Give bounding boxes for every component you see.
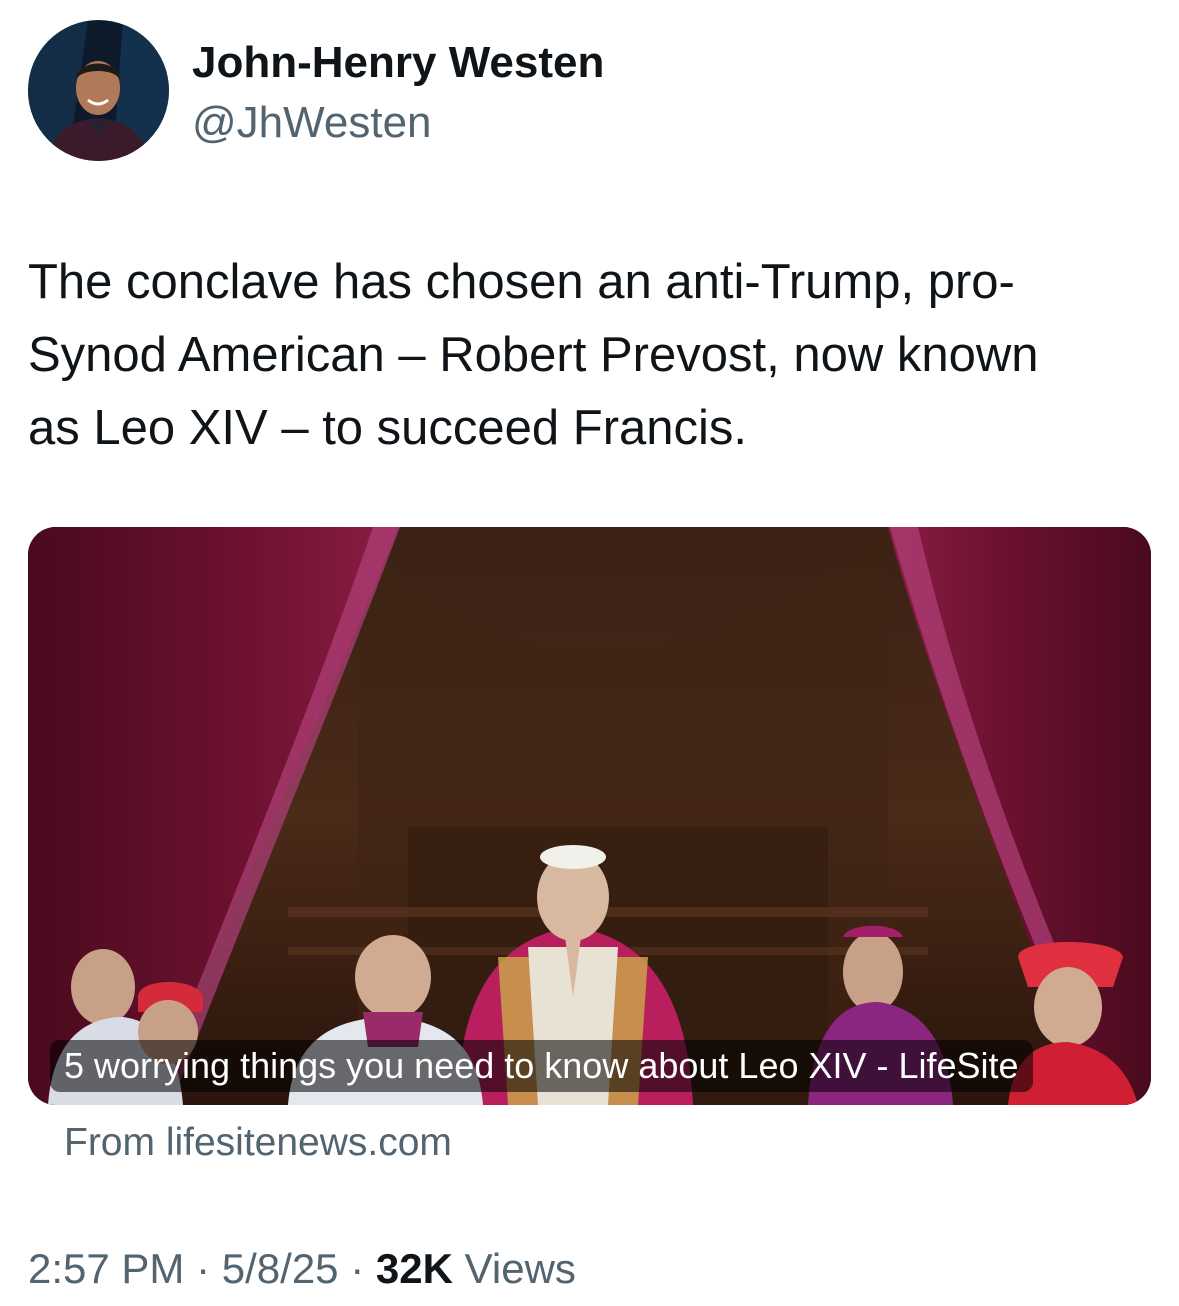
avatar-photo: [28, 20, 169, 161]
meta-separator: ·: [350, 1245, 365, 1292]
tweet-time[interactable]: 2:57 PM: [28, 1245, 184, 1292]
tweet-date[interactable]: 5/8/25: [222, 1245, 339, 1292]
author-handle[interactable]: @JhWesten: [192, 96, 432, 150]
card-source-link[interactable]: From lifesitenews.com: [64, 1118, 452, 1168]
views-count: 32K: [375, 1245, 453, 1292]
tweet-meta: 2:57 PM · 5/8/25 · 32K Views: [28, 1242, 576, 1296]
meta-separator: ·: [196, 1245, 211, 1292]
author-display-name[interactable]: John-Henry Westen: [192, 36, 604, 90]
tweet: John-Henry Westen @JhWesten The conclave…: [0, 0, 1179, 1306]
card-image: [28, 527, 1151, 1105]
link-card[interactable]: 5 worrying things you need to know about…: [28, 527, 1151, 1105]
views-label: Views: [464, 1245, 576, 1292]
tweet-text: The conclave has chosen an anti-Trump, p…: [28, 255, 1039, 455]
author-avatar[interactable]: [28, 20, 169, 161]
card-title: 5 worrying things you need to know about…: [50, 1040, 1033, 1092]
